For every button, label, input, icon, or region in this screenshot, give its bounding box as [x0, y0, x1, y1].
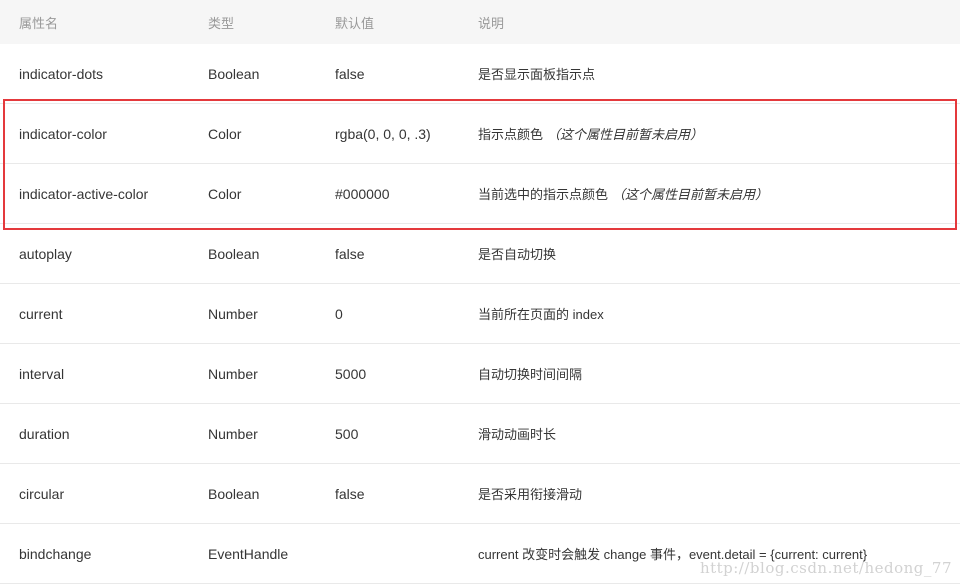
description-text: 滑动动画时长 [478, 427, 557, 442]
description-note: （这个属性目前暂未启用） [547, 127, 704, 142]
header-description: 说明 [478, 15, 505, 31]
property-description: 当前选中的指示点颜色 （这个属性目前暂未启用） [478, 164, 768, 223]
property-default: 500 [335, 425, 359, 442]
watermark: http://blog.csdn.net/hedong_77 [699, 559, 952, 577]
property-name: indicator-color [19, 125, 107, 142]
property-default: false [335, 65, 365, 82]
property-default: 5000 [335, 365, 367, 382]
table-row: indicator-dots Boolean false 是否显示面板指示点 [0, 44, 960, 104]
property-name: circular [19, 485, 65, 502]
property-type: EventHandle [208, 545, 289, 562]
table-row: duration Number 500 滑动动画时长 [0, 404, 960, 464]
property-default: #000000 [335, 185, 390, 202]
table-row: current Number 0 当前所在页面的 index [0, 284, 960, 344]
property-name: indicator-dots [19, 65, 104, 82]
property-type: Number [208, 305, 258, 322]
property-type: Color [208, 125, 242, 142]
description-text: 是否显示面板指示点 [478, 67, 596, 82]
property-name: duration [19, 425, 70, 442]
property-type: Boolean [208, 65, 260, 82]
property-type: Color [208, 185, 242, 202]
property-default: false [335, 485, 365, 502]
table-row: indicator-active-color Color #000000 当前选… [0, 164, 960, 224]
property-description: 是否采用衔接滑动 [478, 464, 582, 523]
property-default: false [335, 245, 365, 262]
table-row: indicator-color Color rgba(0, 0, 0, .3) … [0, 104, 960, 164]
header-name: 属性名 [19, 15, 59, 31]
property-default: 0 [335, 305, 343, 322]
property-name: bindchange [19, 545, 92, 562]
property-type: Number [208, 365, 258, 382]
property-type: Boolean [208, 485, 260, 502]
property-name: autoplay [19, 245, 72, 262]
description-text: 是否采用衔接滑动 [478, 487, 583, 502]
property-name: interval [19, 365, 65, 382]
property-description: 指示点颜色 （这个属性目前暂未启用） [478, 104, 703, 163]
table-row: interval Number 5000 自动切换时间间隔 [0, 344, 960, 404]
table-row: autoplay Boolean false 是否自动切换 [0, 224, 960, 284]
table-header: 属性名 类型 默认值 说明 [0, 0, 960, 44]
property-description: 是否自动切换 [478, 224, 556, 283]
description-text: 是否自动切换 [478, 247, 557, 262]
header-type: 类型 [208, 15, 235, 31]
property-name: current [19, 305, 63, 322]
property-description: 当前所在页面的 index [478, 284, 604, 343]
property-description: 是否显示面板指示点 [478, 44, 595, 103]
description-text: 当前选中的指示点颜色 [478, 187, 609, 202]
property-description: 自动切换时间间隔 [478, 344, 582, 403]
description-text: 指示点颜色 [478, 127, 544, 142]
properties-table: 属性名 类型 默认值 说明 indicator-dots Boolean fal… [0, 0, 960, 584]
property-default: rgba(0, 0, 0, .3) [335, 125, 431, 142]
description-text: 当前所在页面的 index [478, 307, 604, 322]
description-text: 自动切换时间间隔 [478, 367, 583, 382]
header-default: 默认值 [335, 15, 375, 31]
property-type: Boolean [208, 245, 260, 262]
table-row: circular Boolean false 是否采用衔接滑动 [0, 464, 960, 524]
description-note: （这个属性目前暂未启用） [612, 187, 769, 202]
property-name: indicator-active-color [19, 185, 149, 202]
property-description: 滑动动画时长 [478, 404, 556, 463]
property-type: Number [208, 425, 258, 442]
